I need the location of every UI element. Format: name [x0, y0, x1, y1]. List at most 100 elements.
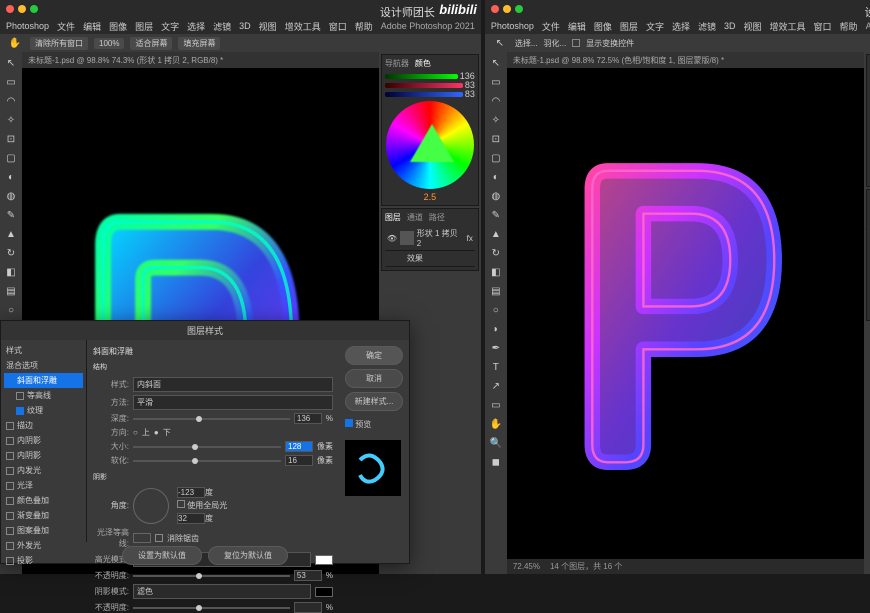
style-innershadow2[interactable]: 内阴影	[4, 448, 83, 463]
window-controls[interactable]	[491, 5, 523, 13]
document-tab[interactable]: 未标题-1.psd @ 98.8% 74.3% (形状 1 拷贝 2, RGB/…	[22, 52, 379, 68]
menu-image[interactable]: 图像	[594, 20, 612, 33]
soften-input[interactable]	[285, 455, 313, 466]
style-outerglow[interactable]: 外发光	[4, 538, 83, 553]
cancel-button[interactable]: 取消	[345, 369, 403, 388]
set-default-button[interactable]: 设置为默认值	[122, 546, 202, 565]
soften-slider[interactable]	[133, 460, 281, 462]
gloss-contour[interactable]	[133, 533, 151, 543]
menu-edit[interactable]: 编辑	[568, 20, 586, 33]
layer-item[interactable]: 👁形状 1 拷贝 2fx	[385, 226, 475, 251]
window-controls[interactable]	[6, 5, 38, 13]
sh-opacity-input[interactable]	[294, 602, 322, 613]
history-tool[interactable]: ↻	[2, 244, 20, 262]
style-dropshadow[interactable]: 投影	[4, 553, 83, 568]
style-contour[interactable]: 等高线	[4, 388, 83, 403]
history-tool[interactable]: ↻	[487, 244, 505, 262]
bevel-style-dd[interactable]: 内斜面	[133, 377, 333, 392]
move-tool-icon[interactable]: ↖	[491, 34, 509, 52]
opt-clear-windows[interactable]: 清除所有窗口	[30, 37, 88, 50]
color-b[interactable]: 83	[465, 89, 475, 99]
tab-channels[interactable]: 通道	[407, 212, 423, 223]
heal-tool[interactable]: ◍	[487, 187, 505, 205]
stamp-tool[interactable]: ▲	[487, 225, 505, 243]
size-input[interactable]	[285, 441, 313, 452]
menu-type[interactable]: 文字	[646, 20, 664, 33]
menu-layer[interactable]: 图层	[135, 20, 153, 33]
menu-plugins[interactable]: 增效工具	[285, 20, 321, 33]
opt-100[interactable]: 100%	[94, 38, 124, 49]
style-satin[interactable]: 光泽	[4, 478, 83, 493]
style-coloroverlay[interactable]: 颜色叠加	[4, 493, 83, 508]
size-slider[interactable]	[133, 446, 281, 448]
style-styles[interactable]: 样式	[4, 343, 83, 358]
menu-photoshop[interactable]: Photoshop	[491, 21, 534, 31]
zoom-tool[interactable]: 🔍	[487, 434, 505, 452]
style-gradoverlay[interactable]: 渐变叠加	[4, 508, 83, 523]
blur-tool[interactable]: ○	[487, 301, 505, 319]
menu-layer[interactable]: 图层	[620, 20, 638, 33]
menu-view[interactable]: 视图	[259, 20, 277, 33]
wand-tool[interactable]: ✧	[487, 111, 505, 129]
marquee-tool[interactable]: ▭	[2, 73, 20, 91]
menu-view[interactable]: 视图	[744, 20, 762, 33]
gradient-tool[interactable]: ▤	[2, 282, 20, 300]
pen-tool[interactable]: ✒	[487, 339, 505, 357]
hl-opacity-input[interactable]	[294, 570, 322, 581]
menu-window[interactable]: 窗口	[814, 20, 832, 33]
eyedrop-tool[interactable]: ◐	[2, 168, 20, 186]
reset-default-button[interactable]: 复位为默认值	[208, 546, 288, 565]
depth-input[interactable]	[294, 413, 322, 424]
menu-photoshop[interactable]: Photoshop	[6, 21, 49, 31]
menu-help[interactable]: 帮助	[355, 20, 373, 33]
lasso-tool[interactable]: ◠	[487, 92, 505, 110]
ok-button[interactable]: 确定	[345, 346, 403, 365]
tab-paths[interactable]: 路径	[429, 212, 445, 223]
style-blend[interactable]: 混合选项	[4, 358, 83, 373]
layer-fx[interactable]: 效果	[385, 251, 475, 267]
path-tool[interactable]: ↗	[487, 377, 505, 395]
menu-edit[interactable]: 编辑	[83, 20, 101, 33]
color-wheel[interactable]	[386, 101, 474, 189]
eraser-tool[interactable]: ◧	[487, 263, 505, 281]
opt-fit[interactable]: 适合屏幕	[130, 37, 172, 50]
style-innershadow1[interactable]: 内阴影	[4, 433, 83, 448]
menu-3d[interactable]: 3D	[724, 21, 736, 31]
blur-tool[interactable]: ○	[2, 301, 20, 319]
hand-tool[interactable]: ✋	[487, 415, 505, 433]
menu-window[interactable]: 窗口	[329, 20, 347, 33]
altitude-input[interactable]	[177, 513, 205, 524]
brush-tool[interactable]: ✎	[487, 206, 505, 224]
style-innerglow[interactable]: 内发光	[4, 463, 83, 478]
opt-fill[interactable]: 填充屏幕	[178, 37, 220, 50]
canvas[interactable]	[507, 68, 864, 559]
stamp-tool[interactable]: ▲	[2, 225, 20, 243]
marquee-tool[interactable]: ▭	[487, 73, 505, 91]
menu-help[interactable]: 帮助	[840, 20, 858, 33]
depth-slider[interactable]	[133, 418, 290, 420]
menu-file[interactable]: 文件	[542, 20, 560, 33]
menu-select[interactable]: 选择	[672, 20, 690, 33]
eyedrop-tool[interactable]: ◐	[487, 168, 505, 186]
style-patternoverlay[interactable]: 图案叠加	[4, 523, 83, 538]
heal-tool[interactable]: ◍	[2, 187, 20, 205]
tab-navigator[interactable]: 导航器	[385, 58, 409, 69]
brush-tool[interactable]: ✎	[2, 206, 20, 224]
angle-dial[interactable]	[133, 488, 169, 524]
crop-tool[interactable]: ⊡	[487, 130, 505, 148]
style-bevel[interactable]: 斜面和浮雕	[4, 373, 83, 388]
style-texture[interactable]: 纹理	[4, 403, 83, 418]
sh-opacity-slider[interactable]	[133, 607, 290, 609]
menu-3d[interactable]: 3D	[239, 21, 251, 31]
menu-select[interactable]: 选择	[187, 20, 205, 33]
angle-input[interactable]	[177, 487, 205, 498]
wand-tool[interactable]: ✧	[2, 111, 20, 129]
move-tool[interactable]: ↖	[2, 54, 20, 72]
document-tab[interactable]: 未标题-1.psd @ 98.8% 72.5% (色相/饱和度 1, 图层蒙版/…	[507, 52, 864, 68]
bevel-tech-dd[interactable]: 平滑	[133, 395, 333, 410]
frame-tool[interactable]: ▢	[2, 149, 20, 167]
tab-layers[interactable]: 图层	[385, 212, 401, 223]
crop-tool[interactable]: ⊡	[2, 130, 20, 148]
move-tool[interactable]: ↖	[487, 54, 505, 72]
style-stroke[interactable]: 描边	[4, 418, 83, 433]
